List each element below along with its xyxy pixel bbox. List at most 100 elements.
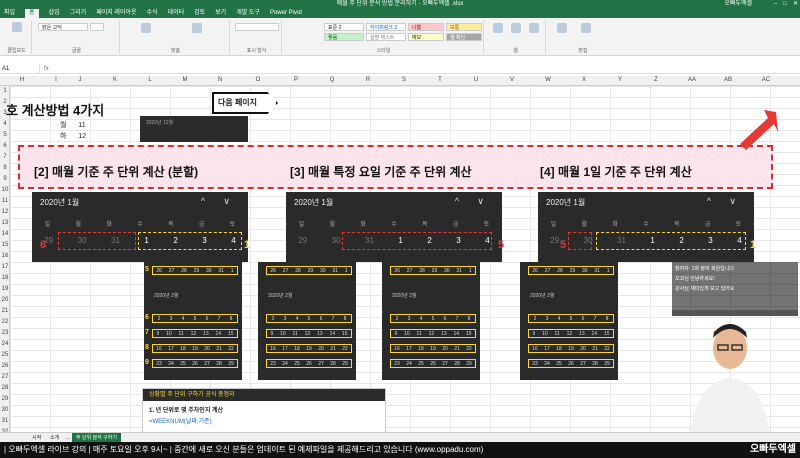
row-label[interactable]: 31 bbox=[0, 418, 10, 424]
column-label[interactable]: AA bbox=[682, 77, 702, 83]
style-bad[interactable]: 나쁨 bbox=[408, 23, 444, 31]
row-label[interactable]: 29 bbox=[0, 396, 10, 402]
day[interactable]: 29 bbox=[550, 236, 559, 245]
column-label[interactable]: Q bbox=[322, 77, 342, 83]
row-label[interactable]: 20 bbox=[0, 297, 10, 303]
insert-cells-button[interactable] bbox=[490, 23, 506, 33]
tab-developer[interactable]: 개발 도구 bbox=[236, 9, 260, 18]
column-label[interactable]: L bbox=[140, 77, 160, 83]
fx-icon[interactable]: fx bbox=[44, 64, 49, 74]
wrap-text-button[interactable] bbox=[126, 23, 166, 33]
next-page-button[interactable]: 다음 페이지 bbox=[212, 92, 278, 114]
column-label[interactable]: U bbox=[466, 77, 486, 83]
find-select-button[interactable] bbox=[576, 23, 596, 33]
row-label[interactable]: 26 bbox=[0, 363, 10, 369]
tab-review[interactable]: 검토 bbox=[194, 9, 205, 18]
column-label[interactable]: M bbox=[175, 77, 195, 83]
tab-formulas[interactable]: 수식 bbox=[147, 9, 158, 18]
font-size-select[interactable] bbox=[90, 23, 104, 31]
calendar-nav[interactable]: ^ ∨ bbox=[455, 196, 492, 207]
row-label[interactable]: 5 bbox=[0, 132, 10, 138]
row-label[interactable]: 1 bbox=[0, 88, 10, 94]
close-button[interactable]: ✕ bbox=[793, 0, 798, 9]
column-label[interactable]: P bbox=[286, 77, 306, 83]
number-format-select[interactable] bbox=[235, 23, 279, 31]
sort-filter-button[interactable] bbox=[552, 23, 572, 33]
weekday: 화 bbox=[106, 222, 112, 228]
day[interactable]: 29 bbox=[298, 236, 307, 245]
cell-row[interactable]: 하 12 bbox=[60, 131, 86, 142]
row-label[interactable]: 22 bbox=[0, 319, 10, 325]
row-label[interactable]: 13 bbox=[0, 220, 10, 226]
style-normal2[interactable]: 표준 2 bbox=[324, 23, 364, 31]
column-label[interactable]: O bbox=[248, 77, 268, 83]
minimize-button[interactable]: – bbox=[774, 0, 777, 9]
font-name-select[interactable]: 맑은 고딕 bbox=[38, 23, 88, 31]
row-label[interactable]: 15 bbox=[0, 242, 10, 248]
row-label[interactable]: 10 bbox=[0, 187, 10, 193]
style-explanatory[interactable]: 설명 텍스트 bbox=[366, 33, 406, 41]
column-label[interactable]: K bbox=[105, 77, 125, 83]
row-label[interactable]: 27 bbox=[0, 374, 10, 380]
user-name[interactable]: 오빠두엑셀 bbox=[724, 0, 752, 9]
tab-file[interactable]: 파일 bbox=[4, 9, 15, 18]
tab-draw[interactable]: 그리기 bbox=[70, 9, 87, 18]
column-label[interactable]: X bbox=[574, 77, 594, 83]
tab-data[interactable]: 데이터 bbox=[168, 9, 185, 18]
name-box[interactable]: A1 bbox=[0, 64, 40, 74]
cell-row[interactable]: 월 11 bbox=[60, 120, 86, 131]
column-label[interactable]: T bbox=[430, 77, 450, 83]
tab-insert[interactable]: 삽입 bbox=[49, 9, 60, 18]
row-label[interactable]: 30 bbox=[0, 407, 10, 413]
row-label[interactable]: 23 bbox=[0, 330, 10, 336]
column-label[interactable]: AC bbox=[756, 77, 776, 83]
row-label[interactable]: 25 bbox=[0, 352, 10, 358]
column-label[interactable]: Y bbox=[610, 77, 630, 83]
delete-cells-button[interactable] bbox=[508, 23, 524, 33]
row-label[interactable]: 21 bbox=[0, 308, 10, 314]
week-row: 26 27 28 29 30 31 1 bbox=[528, 266, 614, 275]
row-label[interactable]: 9 bbox=[0, 176, 10, 182]
format-cells-button[interactable] bbox=[526, 23, 542, 33]
calendar-nav[interactable]: ^ ∨ bbox=[201, 196, 238, 207]
column-label[interactable]: J bbox=[70, 77, 90, 83]
row-label[interactable]: 12 bbox=[0, 209, 10, 215]
row-label[interactable]: 11 bbox=[0, 198, 10, 204]
row-label[interactable]: 24 bbox=[0, 341, 10, 347]
row-label[interactable]: 8 bbox=[0, 165, 10, 171]
row-label[interactable]: 19 bbox=[0, 286, 10, 292]
row-label[interactable]: 17 bbox=[0, 264, 10, 270]
column-label[interactable]: S bbox=[394, 77, 414, 83]
paste-button[interactable] bbox=[8, 22, 26, 32]
calendar-nav[interactable]: ^ ∨ bbox=[707, 196, 744, 207]
column-label[interactable]: I bbox=[46, 77, 66, 83]
style-neutral[interactable]: 보통 bbox=[446, 23, 482, 31]
style-check-cell[interactable]: 셀 확인 bbox=[446, 33, 482, 41]
column-label[interactable]: Z bbox=[646, 77, 666, 83]
row-label[interactable]: 4 bbox=[0, 121, 10, 127]
merge-center-button[interactable] bbox=[172, 23, 222, 33]
column-label[interactable]: W bbox=[538, 77, 558, 83]
style-good[interactable]: 좋음 bbox=[324, 33, 364, 41]
style-note[interactable]: 메모 bbox=[408, 33, 444, 41]
style-hyperlink2[interactable]: 하이퍼링크 2 bbox=[366, 23, 406, 31]
column-label[interactable]: V bbox=[502, 77, 522, 83]
row-label[interactable]: 18 bbox=[0, 275, 10, 281]
row-label[interactable]: 6 bbox=[0, 143, 10, 149]
tab-page-layout[interactable]: 페이지 레이아웃 bbox=[96, 9, 136, 18]
column-label[interactable]: R bbox=[358, 77, 378, 83]
tab-view[interactable]: 보기 bbox=[215, 9, 226, 18]
maximize-button[interactable]: □ bbox=[783, 0, 787, 9]
day[interactable]: 30 bbox=[332, 236, 341, 245]
column-label[interactable]: AB bbox=[718, 77, 738, 83]
week-row: 2345678 bbox=[152, 314, 238, 323]
tab-power-pivot[interactable]: Power Pivot bbox=[270, 9, 302, 18]
column-label[interactable]: N bbox=[210, 77, 230, 83]
row-label[interactable]: 16 bbox=[0, 253, 10, 259]
cell-label: 월 bbox=[60, 122, 67, 129]
tab-home[interactable]: 홈 bbox=[25, 9, 39, 18]
row-label[interactable]: 28 bbox=[0, 385, 10, 391]
column-label[interactable]: H bbox=[12, 77, 32, 83]
row-label[interactable]: 14 bbox=[0, 231, 10, 237]
row-label[interactable]: 7 bbox=[0, 154, 10, 160]
